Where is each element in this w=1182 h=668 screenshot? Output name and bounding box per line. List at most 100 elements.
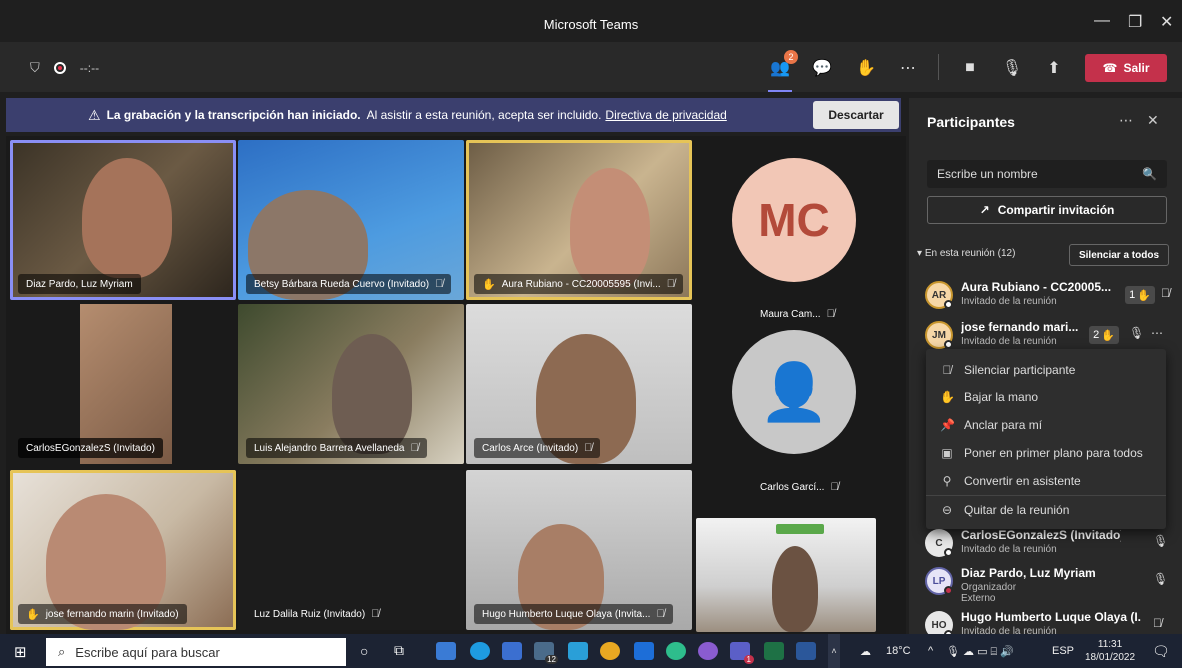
language-indicator[interactable]: ESP (1052, 645, 1074, 657)
toolbar-divider (938, 54, 939, 80)
word-icon[interactable] (796, 642, 816, 660)
participant-role: Organizador (961, 582, 1017, 593)
menu-item-pin[interactable]: 📌 Anclar para mí (926, 411, 1166, 438)
taskbar-search-input[interactable]: ⌕ Escribe aquí para buscar (46, 638, 346, 666)
raised-hand-icon: ✋ (482, 278, 496, 291)
participant-video (82, 158, 172, 278)
maps-icon[interactable] (666, 642, 686, 660)
reactions-button[interactable]: ✋ (854, 56, 878, 80)
screen-share-tile[interactable] (696, 518, 876, 632)
video-tile[interactable]: CarlosEGonzalezS (Invitado) (10, 304, 236, 464)
participant-row[interactable]: AR Aura Rubiano - CC20005... Invitado de… (925, 278, 1175, 312)
camera-button[interactable]: ■ (958, 56, 982, 80)
chevron-up-icon[interactable]: ˄ (828, 634, 840, 668)
video-tile[interactable]: Luis Alejandro Barrera Avellaneda 🎙̸ (238, 304, 464, 464)
menu-item-spotlight[interactable]: ▣ Poner en primer plano para todos (926, 439, 1166, 466)
leave-button[interactable]: ☎ Salir (1085, 54, 1167, 82)
video-tile[interactable]: ✋ Aura Rubiano - CC20005595 (Invi... 🎙̸ (466, 140, 692, 300)
tile-name: Carlos Garcí... 🎙̸ (760, 481, 839, 493)
row-more-icon[interactable]: ⋯ (1151, 326, 1163, 340)
status-icon (944, 586, 953, 595)
participant-search-input[interactable]: Escribe un nombre 🔍 (927, 160, 1167, 188)
tile-name: Hugo Humberto Luque Olaya (Invita... 🎙̸ (474, 604, 673, 624)
video-tile[interactable]: Luz Dalila Ruiz (Invitado) 🎙̸ (238, 470, 464, 630)
tile-name-label: Carlos Arce (Invitado) (482, 442, 579, 454)
mail-badge: 12 (545, 655, 558, 664)
mute-all-button[interactable]: Silenciar a todos (1069, 244, 1169, 266)
menu-label: Convertir en asistente (964, 473, 1081, 488)
hand-raised-badge: 1 ✋ (1125, 286, 1155, 304)
participant-context-menu: 🎙̸ Silenciar participante ✋ Bajar la mano … (926, 349, 1166, 529)
maximize-icon[interactable]: ❐ (1128, 12, 1142, 32)
outlook-icon[interactable] (634, 642, 654, 660)
remove-person-icon: ⊖ (941, 502, 953, 517)
mic-off-icon: 🎙̸ (435, 278, 444, 290)
microphone-button[interactable]: 🎙 (1000, 56, 1024, 80)
mail-icon[interactable]: 12 (534, 642, 558, 664)
video-tile[interactable]: Betsy Bárbara Rueda Cuervo (Invitado) 🎙̸ (238, 140, 464, 300)
video-tile[interactable]: Carlos Arce (Invitado) 🎙̸ (466, 304, 692, 464)
avatar-initials: HO (931, 619, 947, 631)
notifications-icon[interactable]: 🗨 (1152, 643, 1170, 660)
menu-item-make-attendee[interactable]: ⚲ Convertir en asistente (926, 467, 1166, 494)
menu-item-remove[interactable]: ⊖ Quitar de la reunión (926, 496, 1166, 523)
clock-date: 18/01/2022 (1085, 652, 1136, 663)
share-screen-button[interactable]: ⬆ (1042, 56, 1066, 80)
menu-label: Silenciar participante (964, 362, 1076, 377)
participants-button[interactable]: 👥 2 (768, 50, 798, 80)
minimize-icon[interactable]: — (1094, 12, 1110, 30)
participant-row[interactable]: LP Diaz Pardo, Luz Myriam Organizador Ex… (925, 564, 1175, 604)
participant-video (772, 546, 818, 632)
participant-row[interactable]: JM jose fernando mari... Invitado de la … (925, 318, 1175, 352)
task-view-icon[interactable]: ⧉ (394, 642, 404, 659)
edge-icon[interactable] (470, 642, 490, 660)
outlook-app-icon[interactable] (568, 642, 588, 660)
reaction-icon: ✋ (856, 60, 876, 77)
taskbar-clock[interactable]: 11:31 18/01/2022 (1085, 638, 1135, 664)
chrome-icon[interactable] (600, 642, 620, 660)
dismiss-banner-button[interactable]: Descartar (813, 101, 899, 129)
excel-icon[interactable] (764, 642, 784, 660)
menu-label: Bajar la mano (964, 389, 1039, 404)
browser-icon[interactable] (698, 642, 718, 660)
participant-role: Invitado de la reunión (961, 296, 1057, 307)
section-header[interactable]: ▾ En esta reunión (12) (917, 248, 1015, 259)
participant-name: CarlosEGonzalezS (Invitado) (961, 528, 1121, 542)
windows-start-icon[interactable]: ⊞ (14, 643, 27, 661)
cortana-icon[interactable]: ○ (360, 643, 368, 659)
teams-icon[interactable]: 1 (730, 642, 754, 664)
tile-name: Luz Dalila Ruiz (Invitado) 🎙̸ (246, 604, 387, 624)
tile-name: Luis Alejandro Barrera Avellaneda 🎙̸ (246, 438, 427, 458)
video-tile[interactable]: Hugo Humberto Luque Olaya (Invita... 🎙̸ (466, 470, 692, 630)
more-actions-button[interactable]: ⋯ (896, 56, 920, 80)
avatar-initials: AR (931, 289, 947, 301)
panel-more-icon[interactable]: ⋯ (1119, 112, 1133, 129)
menu-label: Quitar de la reunión (964, 502, 1070, 517)
raised-hand-icon: ✋ (26, 608, 40, 621)
video-tile[interactable]: Diaz Pardo, Luz Myriam (10, 140, 236, 300)
taskbar-search-placeholder: Escribe aquí para buscar (75, 644, 220, 660)
share-screen-icon: ⬆ (1047, 60, 1061, 77)
video-tile[interactable]: ✋ jose fernando marin (Invitado) (10, 470, 236, 630)
close-window-icon[interactable]: ✕ (1160, 12, 1173, 32)
spotlight-icon: ▣ (941, 445, 953, 460)
mic-off-icon: 🎙̸ (656, 608, 665, 620)
mic-off-icon: 🎙̸ (1153, 616, 1162, 630)
participant-name: Aura Rubiano - CC20005... (961, 280, 1111, 294)
privacy-link[interactable]: Directiva de privacidad (605, 108, 726, 122)
menu-item-lower-hand[interactable]: ✋ Bajar la mano (926, 383, 1166, 410)
tile-name-label: Luz Dalila Ruiz (Invitado) (254, 608, 366, 620)
participant-row[interactable]: C CarlosEGonzalezS (Invitado) Invitado d… (925, 526, 1175, 560)
participant-name: jose fernando mari... (961, 320, 1079, 334)
weather-icon: ☁ (860, 646, 871, 658)
file-explorer-icon[interactable] (436, 642, 456, 660)
share-invite-button[interactable]: ↗ Compartir invitación (927, 196, 1167, 224)
leave-label: Salir (1123, 61, 1150, 75)
menu-item-mute[interactable]: 🎙̸ Silenciar participante (926, 356, 1166, 383)
tray-overflow-icon[interactable]: ^ (928, 645, 933, 657)
tray-icons: 🎙 ☁ ▭ ⌸ 🔊 (946, 646, 1014, 658)
participant-avatar: MC (732, 158, 856, 282)
close-panel-icon[interactable]: ✕ (1147, 112, 1159, 129)
store-icon[interactable] (502, 642, 522, 660)
chat-button[interactable]: 💬 (810, 56, 834, 80)
